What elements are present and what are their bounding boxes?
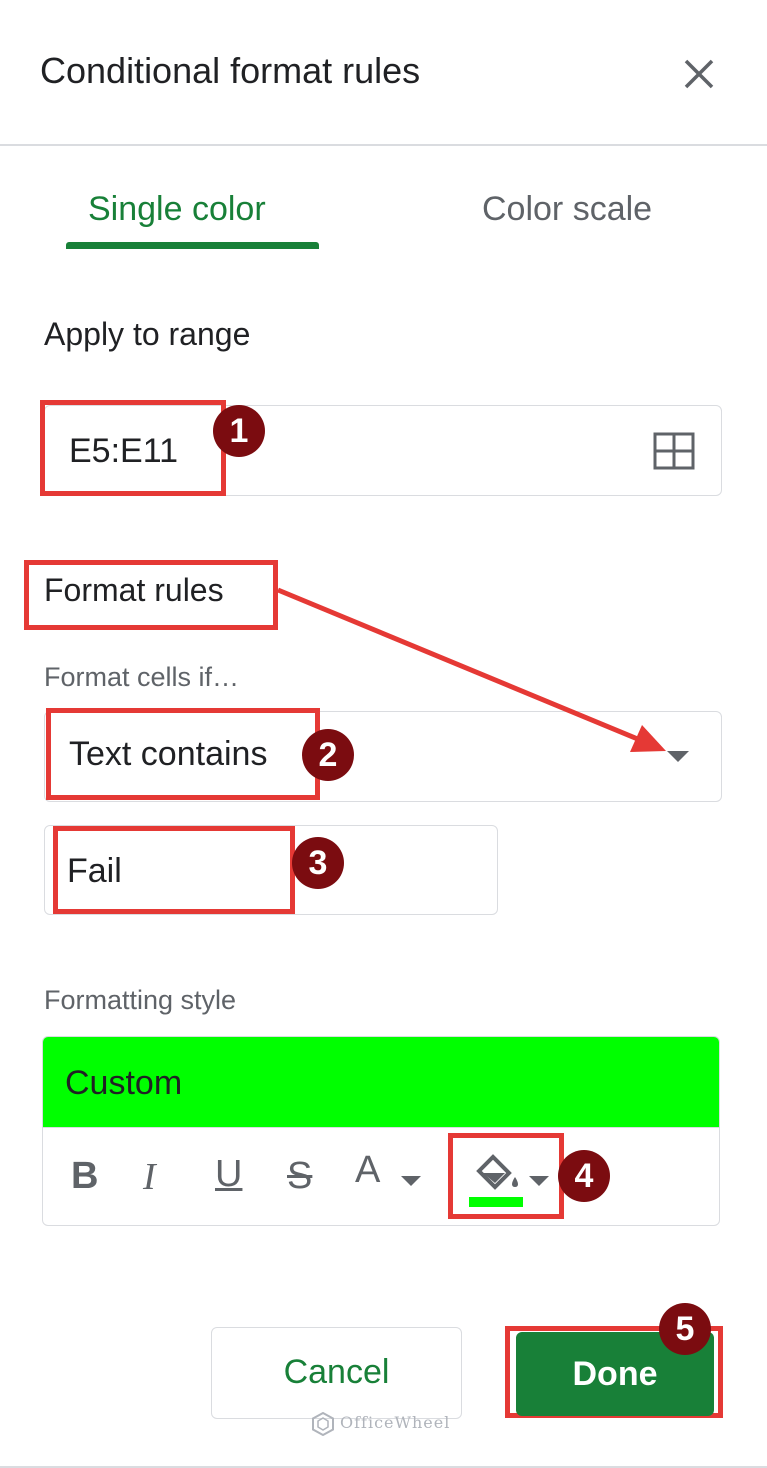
formatting-style-label: Formatting style [44, 985, 237, 1015]
callout-badge-5: 5 [659, 1303, 711, 1355]
watermark-logo-icon [312, 1411, 334, 1437]
text-color-chevron-icon[interactable] [401, 1175, 421, 1187]
highlight-box-4 [448, 1133, 564, 1219]
bold-button[interactable]: B [71, 1155, 98, 1198]
strikethrough-button[interactable]: S [287, 1155, 312, 1198]
highlight-box-3 [53, 826, 295, 914]
style-preview-label: Custom [65, 1064, 183, 1102]
annotation-arrow [277, 587, 666, 752]
style-preview[interactable]: Custom [43, 1037, 719, 1128]
callout-badge-4: 4 [558, 1150, 610, 1202]
underline-button[interactable]: U [215, 1153, 242, 1196]
text-color-button[interactable]: A [355, 1149, 380, 1192]
formatting-style-box: Custom B I U S A [42, 1036, 720, 1226]
callout-badge-3: 3 [292, 837, 344, 889]
cancel-button[interactable]: Cancel [211, 1327, 462, 1419]
watermark-text: OfficeWheel [340, 1413, 451, 1432]
italic-button[interactable]: I [143, 1155, 156, 1199]
